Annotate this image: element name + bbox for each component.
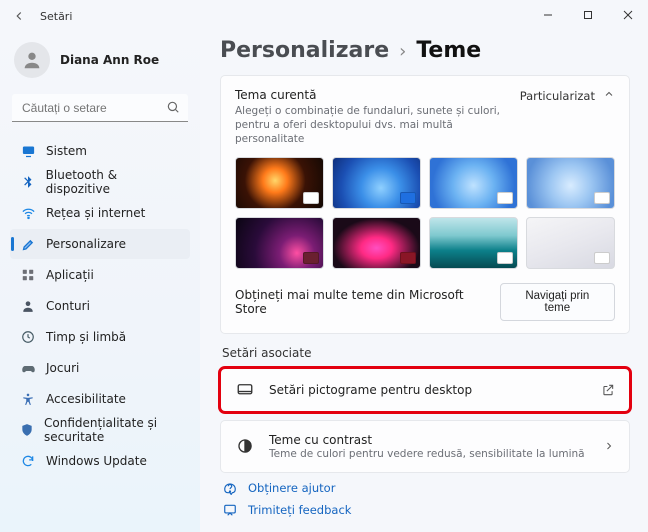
- search-box: [12, 94, 188, 122]
- current-theme-card: Tema curentă Alegeți o combinație de fun…: [220, 75, 630, 334]
- theme-status[interactable]: Particularizat: [520, 88, 615, 103]
- theme-thumbnail[interactable]: [526, 217, 615, 269]
- nav: Sistem Bluetooth & dispozitive Rețea și …: [10, 136, 190, 476]
- sidebar-item-label: Rețea și internet: [46, 206, 145, 220]
- sidebar-item-apps[interactable]: Aplicații: [10, 260, 190, 290]
- sidebar-item-label: Accesibilitate: [46, 392, 126, 406]
- sidebar-item-privacy[interactable]: Confidențialitate și securitate: [10, 415, 190, 445]
- back-button[interactable]: [12, 9, 26, 23]
- store-text: Obțineți mai multe teme din Microsoft St…: [235, 288, 490, 316]
- footer-links: Obținere ajutor Trimiteți feedback: [220, 481, 630, 517]
- search-input[interactable]: [12, 94, 188, 122]
- theme-thumbnail[interactable]: [235, 217, 324, 269]
- give-feedback-link[interactable]: Trimiteți feedback: [222, 503, 630, 517]
- theme-thumbnail[interactable]: [429, 217, 518, 269]
- sidebar-item-personalization[interactable]: Personalizare: [10, 229, 190, 259]
- sidebar-item-label: Windows Update: [46, 454, 147, 468]
- row-title: Setări pictograme pentru desktop: [269, 383, 472, 397]
- contrast-icon: [235, 437, 255, 455]
- get-help-link[interactable]: Obținere ajutor: [222, 481, 630, 495]
- window-controls: [528, 0, 648, 30]
- apps-icon: [20, 267, 36, 283]
- sidebar-item-time-language[interactable]: Timp și limbă: [10, 322, 190, 352]
- sidebar: Diana Ann Roe Sistem Bluetooth & dispozi…: [0, 32, 200, 532]
- sidebar-item-label: Bluetooth & dispozitive: [46, 168, 182, 196]
- window-title: Setări: [40, 10, 72, 23]
- desktop-icon: [235, 381, 255, 399]
- link-label: Trimiteți feedback: [248, 503, 351, 517]
- search-icon: [166, 100, 180, 117]
- avatar: [14, 42, 50, 78]
- row-title: Teme cu contrast: [269, 433, 585, 447]
- row-subtitle: Teme de culori pentru vedere redusă, sen…: [269, 448, 585, 460]
- contrast-themes-row[interactable]: Teme cu contrast Teme de culori pentru v…: [220, 420, 630, 473]
- help-icon: [222, 481, 238, 495]
- clock-icon: [20, 329, 36, 345]
- sidebar-item-accounts[interactable]: Conturi: [10, 291, 190, 321]
- breadcrumb: Personalizare › Teme: [220, 38, 630, 63]
- sidebar-item-label: Personalizare: [46, 237, 126, 251]
- personalize-icon: [20, 236, 36, 252]
- bluetooth-icon: [20, 174, 36, 190]
- theme-status-label: Particularizat: [520, 89, 595, 103]
- update-icon: [20, 453, 36, 469]
- wifi-icon: [20, 205, 36, 221]
- minimize-button[interactable]: [528, 0, 568, 30]
- chevron-right-icon: ›: [399, 41, 406, 62]
- sidebar-item-label: Sistem: [46, 144, 87, 158]
- maximize-button[interactable]: [568, 0, 608, 30]
- sidebar-item-bluetooth[interactable]: Bluetooth & dispozitive: [10, 167, 190, 197]
- open-external-icon: [601, 383, 615, 397]
- theme-thumbnail[interactable]: [526, 157, 615, 209]
- sidebar-item-label: Conturi: [46, 299, 90, 313]
- profile[interactable]: Diana Ann Roe: [10, 36, 190, 88]
- sidebar-item-accessibility[interactable]: Accesibilitate: [10, 384, 190, 414]
- page-title: Teme: [416, 38, 481, 63]
- theme-thumbnail[interactable]: [235, 157, 324, 209]
- related-settings-header: Setări asociate: [222, 346, 630, 360]
- main-content: Personalizare › Teme Tema curentă Alegeț…: [200, 32, 648, 532]
- chevron-up-icon: [603, 88, 615, 103]
- theme-thumbnail[interactable]: [332, 157, 421, 209]
- chevron-right-icon: [603, 440, 615, 452]
- sidebar-item-gaming[interactable]: Jocuri: [10, 353, 190, 383]
- profile-name: Diana Ann Roe: [60, 53, 159, 67]
- sidebar-item-network[interactable]: Rețea și internet: [10, 198, 190, 228]
- browse-themes-button[interactable]: Navigați prin teme: [500, 283, 615, 321]
- theme-thumbnail[interactable]: [429, 157, 518, 209]
- accessibility-icon: [20, 391, 36, 407]
- sidebar-item-system[interactable]: Sistem: [10, 136, 190, 166]
- card-title: Tema curentă: [235, 88, 510, 102]
- close-button[interactable]: [608, 0, 648, 30]
- desktop-icon-settings-row[interactable]: Setări pictograme pentru desktop: [220, 368, 630, 412]
- themes-grid: [235, 157, 615, 269]
- accounts-icon: [20, 298, 36, 314]
- breadcrumb-parent[interactable]: Personalizare: [220, 38, 389, 63]
- gaming-icon: [20, 360, 36, 376]
- card-subtitle: Alegeți o combinație de fundaluri, sunet…: [235, 104, 510, 147]
- sidebar-item-label: Aplicații: [46, 268, 94, 282]
- sidebar-item-label: Timp și limbă: [46, 330, 126, 344]
- sidebar-item-windows-update[interactable]: Windows Update: [10, 446, 190, 476]
- theme-thumbnail[interactable]: [332, 217, 421, 269]
- sidebar-item-label: Confidențialitate și securitate: [44, 416, 182, 444]
- system-icon: [20, 143, 36, 159]
- link-label: Obținere ajutor: [248, 481, 335, 495]
- sidebar-item-label: Jocuri: [46, 361, 79, 375]
- shield-icon: [20, 422, 34, 438]
- feedback-icon: [222, 503, 238, 517]
